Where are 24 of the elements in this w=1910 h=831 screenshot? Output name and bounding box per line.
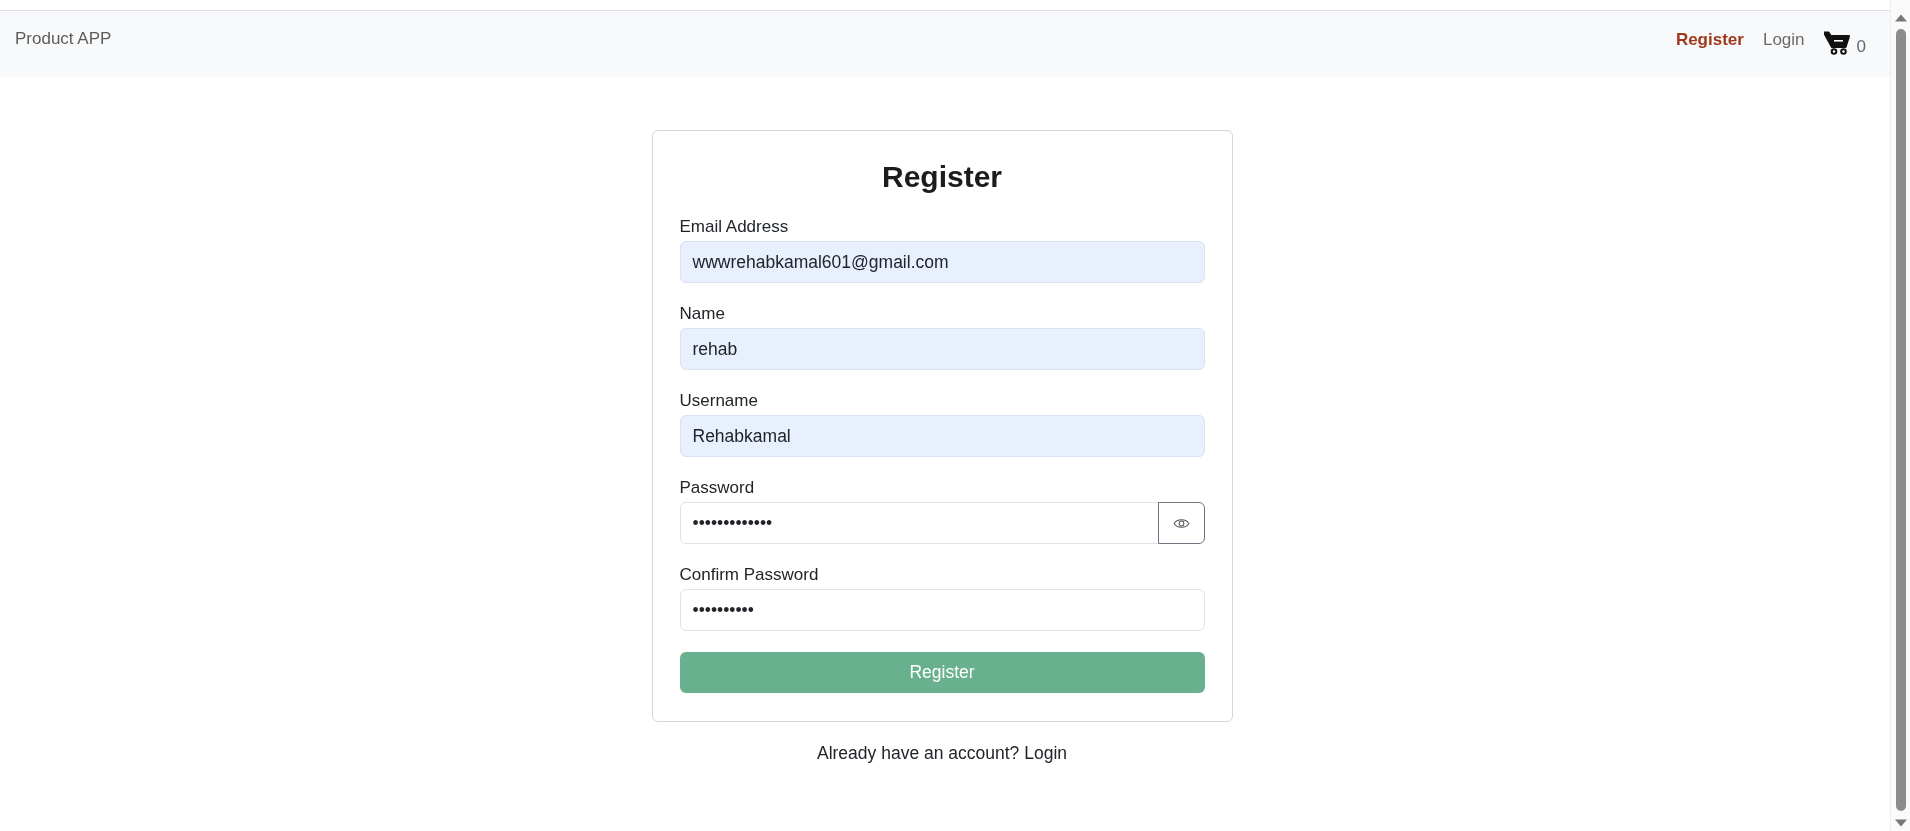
field-label: Name: [679, 303, 725, 325]
eye-icon: [1172, 517, 1190, 529]
login-link[interactable]: Login: [1024, 743, 1068, 763]
field-label: Password: [679, 477, 755, 499]
cart-count: 0: [1856, 37, 1866, 57]
scrollbar[interactable]: [1890, 0, 1910, 831]
form-title: Register: [880, 159, 1003, 195]
scroll-down-icon[interactable]: [1894, 819, 1907, 827]
login-prompt: Already have an account? Login: [816, 742, 1068, 765]
scroll-up-icon[interactable]: [1894, 14, 1907, 22]
cart-icon[interactable]: [1823, 31, 1850, 55]
input-field[interactable]: wwwrehabkamal601@gmail.com: [679, 241, 1205, 283]
field-label: Confirm Password: [679, 564, 819, 586]
field-label: Email Address: [679, 216, 789, 238]
nav-link[interactable]: Register: [1675, 30, 1744, 50]
field-label: Username: [679, 390, 758, 412]
input-field[interactable]: •••••••••••••: [679, 502, 1159, 544]
scrollbar-thumb[interactable]: [1895, 29, 1906, 811]
input-field[interactable]: Rehabkamal: [679, 415, 1205, 457]
input-field[interactable]: rehab: [679, 328, 1205, 370]
input-field[interactable]: ••••••••••: [679, 589, 1205, 631]
show-password-button[interactable]: [1157, 502, 1205, 544]
brand-link[interactable]: Product APP: [15, 29, 112, 49]
nav-link[interactable]: Login: [1762, 30, 1805, 50]
